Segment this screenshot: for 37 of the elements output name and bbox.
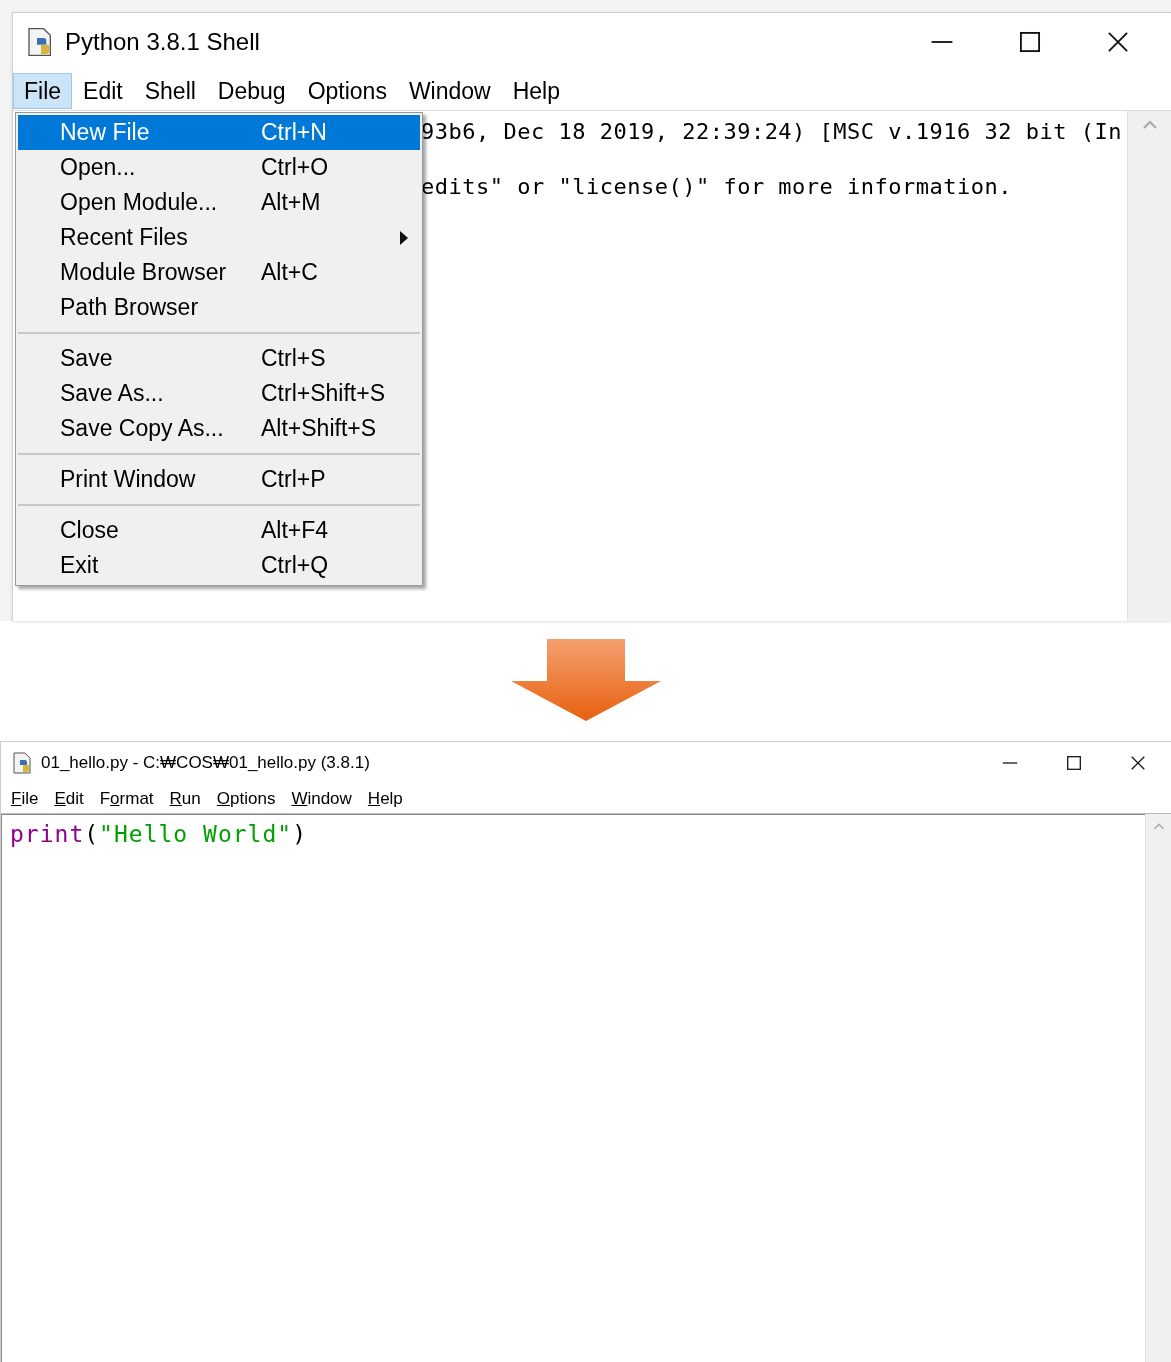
menu-option[interactable]: Close Alt+F4 [18,513,420,548]
submenu-arrow-icon [400,230,408,245]
menu-option[interactable]: Open... Ctrl+O [18,150,420,185]
menu-option[interactable]: Recent Files [18,220,420,255]
menu-item[interactable]: Window [397,72,502,109]
menu-item[interactable]: Options [296,72,398,109]
menu-item[interactable]: File [3,785,47,812]
shell-output-line: 93b6, Dec 18 2019, 22:39:24) [MSC v.1916 32 bit (In [421,118,1123,146]
menu-item[interactable]: Format [91,785,162,812]
menu-option[interactable]: Module Browser Alt+C [18,255,420,290]
menu-option[interactable]: Exit Ctrl+Q [18,548,420,583]
down-arrow-icon [510,639,661,723]
menu-option[interactable]: Open Module... Alt+M [18,185,420,220]
menu-item[interactable]: Run [161,785,209,812]
menu-item[interactable]: Debug [206,72,297,109]
menu-option[interactable]: Save As... Ctrl+Shift+S [18,376,420,411]
menu-option[interactable]: Print Window Ctrl+P [18,462,420,497]
close-icon[interactable] [1129,754,1147,772]
menu-option[interactable]: Save Ctrl+S [18,341,420,376]
window-title: 01_hello.py - C:₩COS₩01_hello.py (3.8.1) [41,752,370,775]
menu-item[interactable]: Edit [46,785,92,812]
close-icon[interactable] [1105,29,1131,55]
menu-item[interactable]: File [13,72,73,109]
shell-output-line: edits" or "license()" for more information. [421,173,1014,201]
menu-item[interactable]: Edit [72,72,134,109]
window-title: Python 3.8.1 Shell [65,27,260,57]
menu-item[interactable]: Help [359,785,411,812]
menu-option[interactable]: New File Ctrl+N [18,115,420,150]
menu-item[interactable]: Options [208,785,284,812]
menu-item[interactable]: Shell [133,72,207,109]
maximize-icon[interactable] [1065,754,1083,772]
maximize-icon[interactable] [1017,29,1043,55]
menu-option[interactable]: Path Browser [18,290,420,325]
menu-item[interactable]: Window [283,785,360,812]
menu-option[interactable]: Save Copy As... Alt+Shift+S [18,411,420,446]
menu-item[interactable]: Help [501,72,572,109]
code-line: print("Hello World") [10,820,308,849]
